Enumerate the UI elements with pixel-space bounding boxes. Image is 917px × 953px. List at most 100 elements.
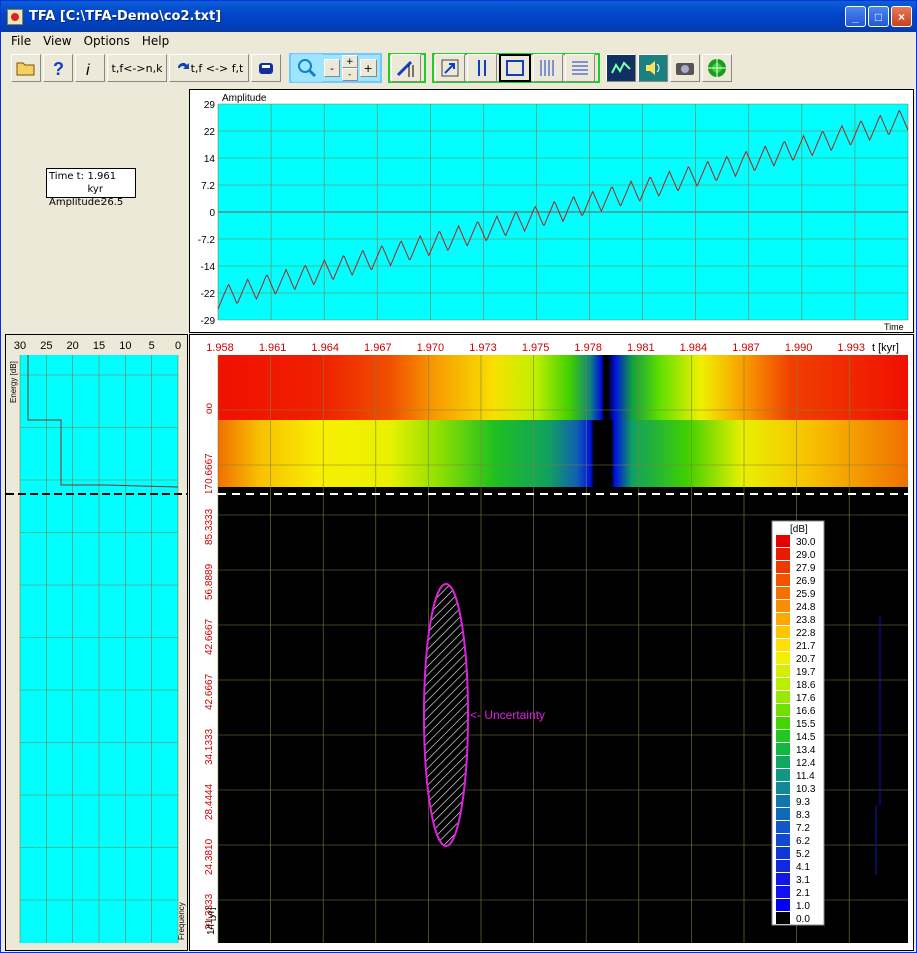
colorbar-label: 1.0 bbox=[796, 901, 810, 912]
colorbar-label: 8.3 bbox=[796, 810, 810, 821]
spectrogram-x-ticks: 1.958 1.961 1.964 1.967 1.970 1.973 1.975 1.978… bbox=[206, 342, 865, 354]
energy-ylabel: Energy [dB] bbox=[9, 361, 18, 403]
spectrogram-x-tick-label: 1.993 bbox=[837, 342, 865, 354]
spectrogram-ylabel: 1/f [yr] bbox=[206, 907, 217, 935]
spectrogram-x-tick-label: 1.990 bbox=[785, 342, 813, 354]
colorbar-swatch bbox=[776, 535, 790, 547]
spectrogram-x-tick-label: 1.978 bbox=[574, 342, 602, 354]
colorbar-label: 30.0 bbox=[796, 537, 816, 548]
colorbar-swatch bbox=[776, 587, 790, 599]
swap-icon bbox=[177, 63, 189, 69]
menu-help[interactable]: Help bbox=[136, 34, 175, 48]
energy-x-tick-label: 20 bbox=[67, 340, 79, 352]
colorbar-label: 16.6 bbox=[796, 706, 816, 717]
energy-chart[interactable]: 30 25 20 15 10 5 0 Energy [dB] Frequency bbox=[5, 334, 188, 953]
menu-options[interactable]: Options bbox=[78, 34, 136, 48]
energy-x-ticks: 30 25 20 15 10 5 0 bbox=[14, 340, 181, 352]
title-bar[interactable]: TFA [C:\TFA-Demo\co2.txt] _ □ × bbox=[1, 1, 916, 32]
target-icon[interactable] bbox=[701, 54, 732, 82]
colorbar-swatch bbox=[776, 678, 790, 690]
signal-y-tick-label: -22 bbox=[201, 289, 216, 300]
readout-amp-value: 26.5 bbox=[101, 197, 124, 208]
colorbar-label: 23.8 bbox=[796, 615, 816, 626]
energy-x-tick-label: 15 bbox=[93, 340, 105, 352]
colorbar-label: 22.8 bbox=[796, 628, 816, 639]
spectrogram-y-tick-label: 56.8889 bbox=[204, 563, 215, 600]
colorbar-swatch bbox=[776, 886, 790, 898]
cursor-icon[interactable] bbox=[390, 54, 421, 82]
svg-text:i: i bbox=[86, 62, 90, 79]
energy-x-tick-label: 25 bbox=[40, 340, 52, 352]
colorbar-swatch bbox=[776, 847, 790, 859]
colorbar-label: 17.6 bbox=[796, 693, 816, 704]
zoom-icon[interactable] bbox=[292, 54, 322, 82]
time-freq-nk-button[interactable]: t,f<->n,k bbox=[107, 54, 167, 82]
energy-chart-svg: 30 25 20 15 10 5 0 Energy [dB] Frequency bbox=[6, 340, 187, 953]
maximize-button[interactable]: □ bbox=[868, 6, 889, 27]
spectrogram-x-tick-label: 1.987 bbox=[732, 342, 760, 354]
menu-file[interactable]: File bbox=[5, 34, 37, 48]
zoom-in-button[interactable]: + bbox=[359, 59, 377, 77]
colorbar-label: 15.5 bbox=[796, 719, 816, 730]
spectrogram-x-tick-label: 1.984 bbox=[680, 342, 708, 354]
close-button[interactable]: × bbox=[891, 6, 912, 27]
signal-xlabel: Time bbox=[884, 322, 904, 332]
energy-xlabel: Frequency bbox=[177, 902, 186, 940]
minimize-button[interactable]: _ bbox=[845, 6, 866, 27]
spectrogram-y-tick-label: 42.6667 bbox=[204, 673, 215, 710]
colorbar-swatch bbox=[776, 795, 790, 807]
spectrogram-y-tick-label: 34.1333 bbox=[204, 728, 215, 765]
spectrogram-x-tick-label: 1.964 bbox=[311, 342, 339, 354]
colorbar-swatch bbox=[776, 899, 790, 911]
speaker-icon[interactable] bbox=[637, 54, 668, 82]
colorbar-label: 18.6 bbox=[796, 680, 816, 691]
colorbar-swatch bbox=[776, 652, 790, 664]
colorbar-swatch bbox=[776, 613, 790, 625]
colorbar-title: [dB] bbox=[790, 524, 808, 535]
signal-y-tick-label: 14 bbox=[204, 154, 216, 165]
colorbar-swatch bbox=[776, 639, 790, 651]
zoom-out-button[interactable]: - bbox=[324, 59, 340, 77]
colorbar-label: 0.0 bbox=[796, 914, 810, 925]
readout-time-label: Time t: bbox=[49, 171, 84, 182]
hlines-icon[interactable] bbox=[564, 54, 595, 82]
car-icon[interactable] bbox=[251, 54, 281, 82]
colorbar-label: 5.2 bbox=[796, 849, 810, 860]
arrow-icon[interactable] bbox=[434, 54, 465, 82]
zoom-in-small-button[interactable]: + bbox=[342, 55, 358, 68]
zoom-group: - + - + bbox=[289, 53, 382, 83]
help-icon[interactable]: ? bbox=[43, 54, 73, 82]
colorbar-label: 2.1 bbox=[796, 888, 810, 899]
signal-chart-svg: 29 22 14 7.2 0 -7.2 -14 -22 -29 Amplitude Time bbox=[198, 93, 909, 332]
colorbar-swatch bbox=[776, 600, 790, 612]
colorbar-swatch bbox=[776, 574, 790, 586]
vlines-icon[interactable] bbox=[532, 54, 563, 82]
chart-icon[interactable] bbox=[605, 54, 636, 82]
colorbar-swatch bbox=[776, 782, 790, 794]
window-title: TFA [C:\TFA-Demo\co2.txt] bbox=[29, 9, 222, 24]
bars-icon[interactable] bbox=[466, 54, 497, 82]
frame-icon[interactable] bbox=[498, 54, 531, 82]
colorbar-swatch bbox=[776, 834, 790, 846]
signal-y-tick-label: 22 bbox=[204, 127, 216, 138]
colorbar-label: 11.4 bbox=[796, 771, 815, 782]
energy-x-tick-label: 5 bbox=[149, 340, 155, 352]
signal-y-ticks: 29 22 14 7.2 0 -7.2 -14 -22 -29 bbox=[198, 100, 216, 327]
colorbar-label: 14.5 bbox=[796, 732, 816, 743]
spectrogram-chart[interactable]: 1.958 1.961 1.964 1.967 1.970 1.973 1.975 1.978… bbox=[189, 334, 914, 951]
uncertainty-label: <- Uncertainty bbox=[470, 708, 545, 722]
signal-chart[interactable]: 29 22 14 7.2 0 -7.2 -14 -22 -29 Amplitude Time bbox=[189, 89, 914, 333]
zoom-out-small-button[interactable]: - bbox=[342, 68, 358, 81]
signal-y-tick-label: -14 bbox=[201, 262, 216, 273]
colorbar-label: 7.2 bbox=[796, 823, 810, 834]
signal-y-tick-label: 29 bbox=[204, 100, 216, 111]
colorbar-label: 12.4 bbox=[796, 758, 816, 769]
time-freq-swap-button[interactable]: t,f <-> f,t bbox=[169, 54, 249, 82]
camera-icon[interactable] bbox=[669, 54, 700, 82]
colorbar-swatch bbox=[776, 717, 790, 729]
open-folder-icon[interactable] bbox=[11, 54, 41, 82]
menu-view[interactable]: View bbox=[37, 34, 77, 48]
spectrogram-y-tick-label: 24.3810 bbox=[204, 838, 215, 875]
spectrogram-xlabel: t [kyr] bbox=[872, 342, 899, 354]
info-icon[interactable]: i bbox=[75, 54, 105, 82]
